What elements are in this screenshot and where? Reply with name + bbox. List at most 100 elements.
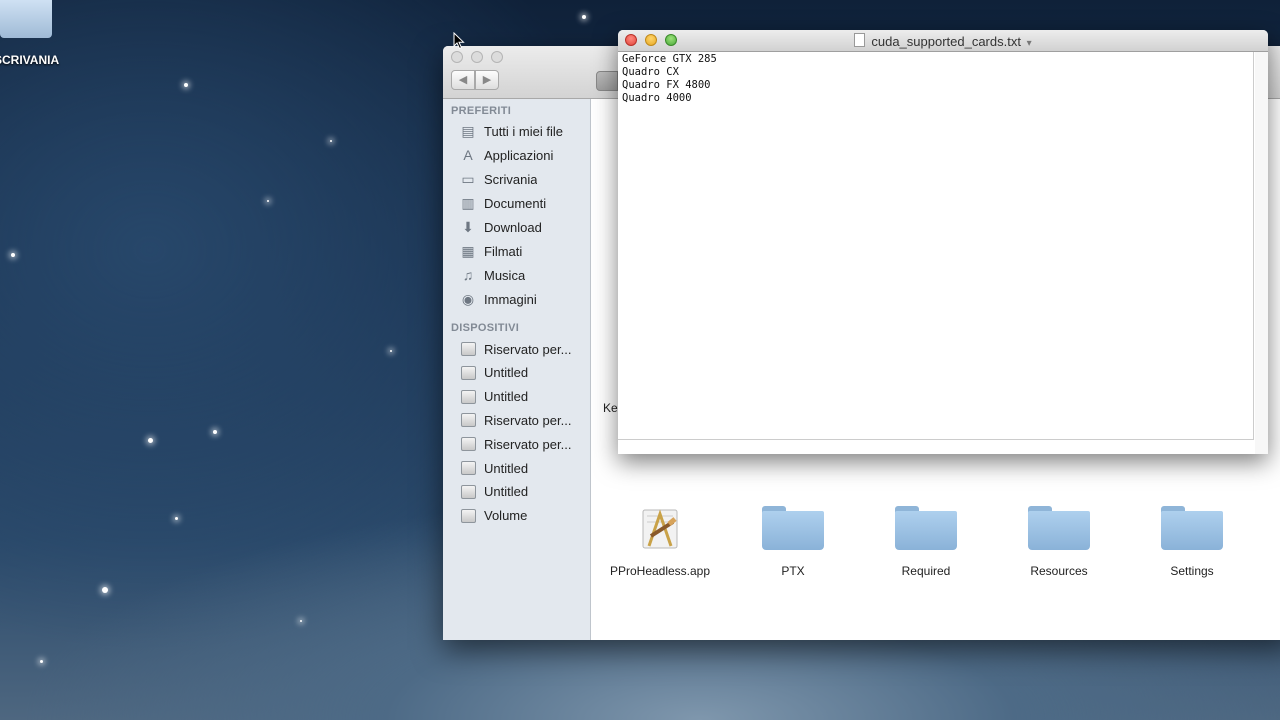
sidebar-item-filmati[interactable]: ▦ Filmati (443, 239, 590, 263)
forward-button[interactable]: ▶ (475, 70, 499, 90)
app-item[interactable]: PProHeadless.app (600, 506, 720, 578)
file-name: Resources (1030, 564, 1088, 578)
sidebar-item-scrivania[interactable]: ▭ Scrivania (443, 167, 590, 191)
sidebar-item-label: Documenti (484, 195, 547, 211)
back-icon: ◀ (458, 74, 468, 86)
close-button[interactable] (451, 51, 463, 63)
sidebar-device-item[interactable]: Untitled (443, 456, 590, 480)
folder-item[interactable]: PTX (733, 506, 853, 578)
music-icon: ♫ (462, 267, 474, 283)
star (40, 660, 43, 663)
favorites-header: PREFERITI (451, 105, 512, 117)
sidebar-item-label: Tutti i miei file (484, 123, 563, 139)
textedit-window: cuda_supported_cards.txt ▾ GeForce GTX 2… (618, 30, 1268, 454)
disk-icon (460, 389, 476, 405)
disk-icon (460, 436, 476, 452)
sidebar-item-label: Scrivania (484, 171, 538, 187)
desktop-icon: ▭ (461, 170, 475, 187)
desktop-icon-label: SCRIVANIA (0, 53, 60, 67)
disk-icon (460, 365, 476, 381)
folder-item[interactable]: Required (866, 506, 986, 578)
applications-icon: A (463, 147, 473, 163)
sidebar-device-item[interactable]: Untitled (443, 480, 590, 504)
sidebar-item-label: Filmati (484, 243, 523, 259)
disk-icon (460, 484, 476, 500)
sidebar-item-label: Download (484, 219, 542, 235)
star (102, 587, 108, 593)
file-name: Settings (1170, 564, 1214, 578)
disk-icon (460, 508, 476, 524)
app-icon (629, 506, 691, 550)
documents-icon: ▥ (461, 194, 475, 211)
sidebar-item-documenti[interactable]: ▥ Documenti (443, 191, 590, 215)
sidebar-item-label: Riservato per... (484, 412, 572, 428)
sidebar-item-label: Immagini (484, 291, 537, 307)
sidebar: PREFERITI ▤ Tutti i miei file A Applicazion… (443, 99, 591, 640)
text-area[interactable]: GeForce GTX 285 Quadro CX Quadro FX 4800 Qu… (618, 52, 1254, 440)
folder-item[interactable]: Resources (999, 506, 1119, 578)
sidebar-item-musica[interactable]: ♫ Musica (443, 263, 590, 287)
sidebar-item-label: Untitled (484, 484, 529, 500)
sidebar-item-immagini[interactable]: ◉ Immagini (443, 287, 590, 311)
partial-file-label: Ke (603, 401, 618, 415)
text-line: GeForce GTX 285 (622, 53, 717, 65)
sidebar-item-label: Untitled (484, 460, 529, 476)
pictures-icon: ◉ (461, 290, 475, 307)
star (300, 620, 302, 622)
textedit-titlebar: cuda_supported_cards.txt ▾ (618, 30, 1268, 52)
sidebar-item-label: Volume (484, 508, 528, 524)
window-title-text: cuda_supported_cards.txt (871, 34, 1021, 49)
star (330, 140, 332, 142)
sidebar-item-label: Applicazioni (484, 147, 554, 163)
document-icon (854, 33, 866, 47)
sidebar-item-label: Riservato per... (484, 341, 572, 357)
star (390, 350, 392, 352)
sidebar-item-label: Musica (484, 267, 526, 283)
title-menu-icon[interactable]: ▾ (1027, 38, 1032, 49)
sidebar-item-tutti-i-miei-file[interactable]: ▤ Tutti i miei file (443, 119, 590, 143)
mouse-cursor-icon (453, 32, 465, 50)
sidebar-device-item[interactable]: Volume (443, 504, 590, 528)
all-files-icon: ▤ (461, 122, 475, 139)
sidebar-device-item[interactable]: Untitled (443, 361, 590, 385)
star (213, 430, 217, 434)
download-icon: ⬇ (462, 218, 474, 235)
back-button[interactable]: ◀ (451, 70, 475, 90)
sidebar-item-applicazioni[interactable]: A Applicazioni (443, 143, 590, 167)
sidebar-device-item[interactable]: Riservato per... (443, 408, 590, 432)
scrollbar[interactable] (1255, 52, 1268, 454)
text-content: GeForce GTX 285 Quadro CX Quadro FX 4800 Qu… (622, 53, 717, 105)
folder-item[interactable]: Settings (1132, 506, 1252, 578)
icon-view-button[interactable] (596, 71, 618, 91)
sidebar-item-label: Riservato per... (484, 436, 572, 452)
desktop-folder-icon[interactable] (0, 0, 52, 38)
sidebar-device-item[interactable]: Riservato per... (443, 432, 590, 456)
forward-icon: ▶ (482, 74, 492, 86)
folder-icon (1028, 506, 1090, 550)
sidebar-item-label: Untitled (484, 389, 529, 405)
file-name: PTX (781, 564, 805, 578)
window-title[interactable]: cuda_supported_cards.txt ▾ (618, 33, 1268, 49)
movies-icon: ▦ (461, 242, 475, 259)
star (148, 438, 153, 443)
star (11, 253, 15, 257)
zoom-button[interactable] (491, 51, 503, 63)
text-line: Quadro FX 4800 (622, 79, 711, 91)
star (184, 83, 188, 87)
star (175, 517, 178, 520)
file-name: PProHeadless.app (609, 564, 711, 578)
disk-icon (460, 412, 476, 428)
text-line: Quadro 4000 (622, 92, 692, 104)
text-line: Quadro CX (622, 66, 679, 78)
folder-icon (1161, 506, 1223, 550)
minimize-button[interactable] (471, 51, 483, 63)
star (582, 15, 586, 19)
sidebar-item-download[interactable]: ⬇ Download (443, 215, 590, 239)
file-name: Required (901, 564, 951, 578)
disk-icon (460, 341, 476, 357)
disk-icon (460, 460, 476, 476)
star (267, 200, 269, 202)
sidebar-item-label: Untitled (484, 365, 529, 381)
sidebar-device-item[interactable]: Untitled (443, 385, 590, 409)
sidebar-device-item[interactable]: Riservato per... (443, 337, 590, 361)
